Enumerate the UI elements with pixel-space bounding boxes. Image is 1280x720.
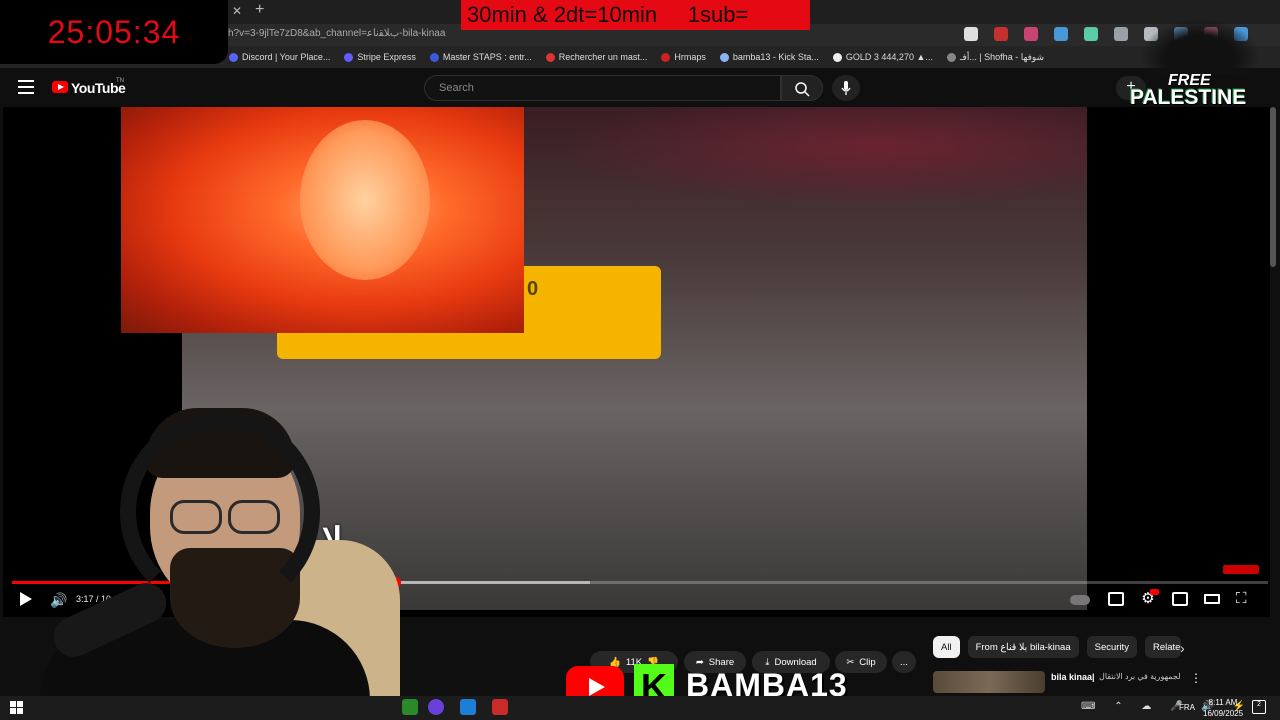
clip-label: Clip <box>859 656 876 668</box>
bookmark-favicon-icon <box>545 52 555 62</box>
theater-mode-icon[interactable] <box>1204 594 1220 604</box>
video-frame-highlight <box>560 107 1087 207</box>
bookmark-label: أفـ... | Shofha - شوفها <box>959 51 1045 62</box>
bookmark-item[interactable]: Hrmaps <box>661 52 706 62</box>
chip-related[interactable]: Relate <box>1144 636 1181 658</box>
taskbar-window-icon[interactable] <box>460 699 476 715</box>
clock-date: 16/09/2025 <box>1203 709 1244 718</box>
new-tab-icon[interactable]: + <box>255 1 264 19</box>
more-vert-icon[interactable]: ⋮ <box>1190 671 1202 685</box>
youtube-logo-play-icon <box>58 84 64 90</box>
youtube-brand-play-icon <box>589 678 605 696</box>
bookmark-label: GOLD 3 444,270 ▲... <box>845 52 933 62</box>
bookmark-item[interactable]: Stripe Express <box>344 52 416 62</box>
bookmark-favicon-icon <box>344 52 354 62</box>
clock[interactable]: 8:11 AM 16/09/2025 <box>1203 697 1243 719</box>
bookmark-item[interactable]: bamba13 - Kick Sta... <box>719 52 819 62</box>
tab-close-icon[interactable]: ✕ <box>232 4 242 18</box>
bookmark-label: Master STAPS : entr... <box>442 52 532 62</box>
chevron-right-icon[interactable]: › <box>1180 640 1185 656</box>
windows-start-icon[interactable] <box>10 701 23 714</box>
subathon-banner: 30min & 2dt=10min 1sub= <box>461 0 810 30</box>
bookmark-item[interactable]: GOLD 3 444,270 ▲... <box>832 52 933 62</box>
bookmark-item[interactable]: أفـ... | Shofha - شوفها <box>946 51 1045 63</box>
bookmark-favicon-icon <box>719 52 729 62</box>
clock-time: 8:11 AM <box>1208 698 1238 707</box>
palestine-text: PALESTINE <box>1130 86 1247 109</box>
bookmark-favicon-icon <box>229 52 238 62</box>
download-label: Download <box>774 656 817 668</box>
bookmark-item[interactable]: Rechercher un mast... <box>545 52 648 62</box>
language-indicator[interactable]: FRA <box>1179 703 1195 712</box>
hd-badge <box>1150 589 1159 595</box>
bookmark-favicon-icon <box>832 52 842 62</box>
url-text[interactable]: h?v=3-9jlTe7zD8&ab_channel=ﺏﻼﻘﻧﺎﻋ-bila-k… <box>228 28 445 39</box>
bookmark-favicon-icon <box>429 52 439 62</box>
recommendation-title[interactable]: حملات أمنية أيام الجيد_عقد التسريبات الج… <box>1099 672 1181 681</box>
search-button[interactable] <box>781 75 823 101</box>
bookmark-label: bamba13 - Kick Sta... <box>732 52 819 62</box>
browser-extension-icon[interactable] <box>1084 27 1098 41</box>
browser-extension-icon[interactable] <box>994 27 1008 41</box>
download-icon: ⤓ <box>765 656 770 668</box>
country-code: TN <box>116 78 124 84</box>
browser-extension-icon[interactable] <box>1114 27 1128 41</box>
notification-icon[interactable]: 2 <box>1252 700 1266 714</box>
share-icon: ➦ <box>695 656 704 668</box>
taskbar-chrome-icon[interactable] <box>428 699 444 715</box>
stream-alert-text: 0 <box>527 278 539 300</box>
autoplay-toggle[interactable] <box>1070 595 1090 605</box>
voice-search-button[interactable] <box>832 75 860 101</box>
scissors-icon: ✂ <box>846 656 855 668</box>
bookmark-label: Discord | Your Place... <box>242 52 331 62</box>
more-actions-button[interactable]: ... <box>892 651 916 673</box>
chip-all[interactable]: All <box>933 636 960 658</box>
fullscreen-icon[interactable]: ⛶ <box>1236 591 1252 606</box>
recommendation-thumbnail[interactable] <box>933 671 1045 693</box>
browser-extension-icon[interactable] <box>1024 27 1038 41</box>
bookmark-label: Rechercher un mast... <box>558 52 648 62</box>
chip-from-channel[interactable]: From بلا قناع bila-kinaa <box>967 636 1079 658</box>
miniplayer-icon[interactable] <box>1172 592 1188 606</box>
bookmark-item[interactable]: Discord | Your Place... <box>229 52 330 62</box>
recommendation-channel[interactable]: bila kinaa| <box>1051 672 1095 682</box>
menu-icon[interactable] <box>18 80 34 94</box>
taskbar-voicemeeter-icon[interactable] <box>492 699 508 715</box>
bookmark-label: Stripe Express <box>357 52 416 62</box>
browser-extension-icon[interactable] <box>1054 27 1068 41</box>
bookmark-label: Hrmaps <box>674 52 706 62</box>
related-chips: All From بلا قناع bila-kinaa Security Re… <box>933 636 1181 658</box>
share-label: Share <box>708 656 735 668</box>
page-scrollbar[interactable] <box>1270 107 1276 267</box>
palestine-silhouette-image <box>1140 18 1260 74</box>
stream-timer: 25:05:34 <box>0 0 228 64</box>
microphone-icon <box>841 81 851 95</box>
bookmark-item[interactable]: Master STAPS : entr... <box>429 52 532 62</box>
search-icon <box>795 82 810 97</box>
chip-security[interactable]: Security <box>1086 636 1137 658</box>
search-input[interactable]: Search <box>424 75 781 101</box>
bookmark-favicon-icon <box>946 52 956 62</box>
bookmark-favicon-icon <box>661 52 671 62</box>
captions-icon[interactable] <box>1108 592 1124 606</box>
watermark-badge <box>1223 565 1259 574</box>
browser-extension-icon[interactable] <box>964 27 978 41</box>
taskbar-app-icon[interactable] <box>402 699 418 715</box>
anime-character-face <box>300 120 430 280</box>
headset <box>120 412 320 612</box>
